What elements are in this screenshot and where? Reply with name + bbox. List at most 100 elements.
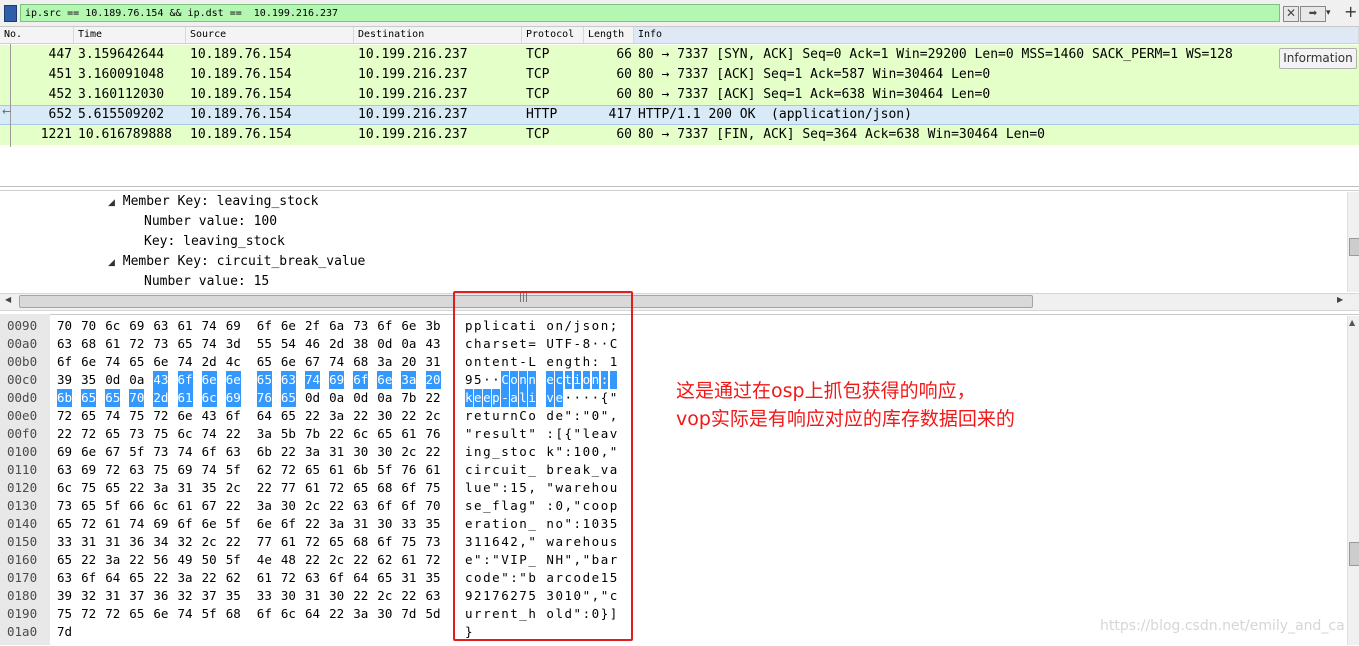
hex-byte[interactable]: 56 bbox=[153, 551, 168, 569]
hex-byte[interactable]: 6f bbox=[178, 515, 193, 533]
hex-byte[interactable]: 65 bbox=[129, 605, 144, 623]
hex-byte[interactable]: 72 bbox=[105, 461, 120, 479]
hex-byte[interactable]: 22 bbox=[401, 587, 416, 605]
hex-byte[interactable]: 6f bbox=[81, 569, 96, 587]
hex-byte[interactable]: 73 bbox=[57, 497, 72, 515]
hex-byte[interactable]: 37 bbox=[202, 587, 217, 605]
hex-byte[interactable]: 0d bbox=[305, 389, 320, 407]
hex-byte[interactable]: 2c bbox=[202, 533, 217, 551]
hex-byte[interactable]: 7d bbox=[401, 605, 416, 623]
hex-byte[interactable]: 3a bbox=[153, 479, 168, 497]
hex-byte[interactable]: 72 bbox=[153, 407, 168, 425]
hex-byte[interactable]: 72 bbox=[81, 425, 96, 443]
hex-byte[interactable]: 72 bbox=[81, 605, 96, 623]
hex-byte[interactable]: 70 bbox=[57, 317, 72, 335]
bookmark-icon[interactable] bbox=[4, 5, 17, 22]
hex-byte[interactable]: 75 bbox=[81, 479, 96, 497]
hex-byte[interactable]: 69 bbox=[129, 317, 144, 335]
hex-byte[interactable]: 76 bbox=[426, 425, 441, 443]
hex-byte[interactable]: 72 bbox=[305, 533, 320, 551]
hex-byte[interactable]: 62 bbox=[226, 569, 241, 587]
scrollbar-thumb[interactable] bbox=[1349, 542, 1359, 566]
hex-byte[interactable]: 5b bbox=[281, 425, 296, 443]
hex-byte[interactable]: 3a bbox=[257, 425, 272, 443]
hex-byte[interactable]: 22 bbox=[353, 407, 368, 425]
hex-byte[interactable]: 6c bbox=[201, 389, 217, 407]
hex-byte[interactable]: 39 bbox=[57, 371, 72, 389]
hex-byte[interactable]: 5f bbox=[226, 551, 241, 569]
hex-byte[interactable]: 64 bbox=[353, 569, 368, 587]
hex-byte[interactable]: 6c bbox=[178, 425, 193, 443]
expanded-triangle-icon[interactable]: ◢ bbox=[108, 258, 115, 268]
apply-filter-icon[interactable]: ➡ bbox=[1300, 6, 1326, 22]
hex-byte[interactable]: 36 bbox=[129, 533, 144, 551]
hex-byte[interactable]: 61 bbox=[105, 335, 120, 353]
hex-byte[interactable]: 3b bbox=[426, 317, 441, 335]
column-header-source[interactable]: Source bbox=[186, 27, 354, 43]
hex-byte[interactable]: 65 bbox=[105, 479, 120, 497]
hex-byte[interactable]: 35 bbox=[81, 371, 96, 389]
hex-byte[interactable]: 6e bbox=[178, 407, 193, 425]
hex-byte[interactable]: 6a bbox=[329, 317, 344, 335]
hex-byte[interactable]: 2c bbox=[426, 407, 441, 425]
hex-byte[interactable]: 31 bbox=[353, 515, 368, 533]
hex-byte[interactable]: 65 bbox=[377, 425, 392, 443]
hex-byte[interactable]: 22 bbox=[426, 389, 441, 407]
hex-byte[interactable]: 31 bbox=[105, 533, 120, 551]
hex-byte[interactable]: 61 bbox=[257, 569, 272, 587]
hex-byte[interactable]: 2c bbox=[329, 551, 344, 569]
column-header-info[interactable]: Info bbox=[634, 27, 1359, 43]
hex-byte[interactable]: 6c bbox=[57, 479, 72, 497]
expert-information-button[interactable]: Information bbox=[1279, 48, 1357, 69]
hex-byte[interactable]: 3a bbox=[353, 605, 368, 623]
hex-byte[interactable]: 74 bbox=[202, 335, 217, 353]
hex-byte[interactable]: 22 bbox=[281, 443, 296, 461]
hex-byte[interactable]: 49 bbox=[178, 551, 193, 569]
hex-byte[interactable]: 73 bbox=[426, 533, 441, 551]
hex-byte[interactable]: 65 bbox=[257, 353, 272, 371]
add-filter-button-icon[interactable]: + bbox=[1344, 3, 1357, 21]
hex-byte[interactable]: 65 bbox=[105, 389, 121, 407]
hex-byte[interactable]: 2c bbox=[401, 443, 416, 461]
hex-byte[interactable]: 31 bbox=[305, 587, 320, 605]
hex-byte[interactable]: 0a bbox=[129, 371, 144, 389]
hex-byte[interactable]: 54 bbox=[281, 335, 296, 353]
hex-byte[interactable]: 3a bbox=[329, 407, 344, 425]
hex-byte[interactable]: 32 bbox=[178, 587, 193, 605]
hex-byte[interactable]: 2d bbox=[329, 335, 344, 353]
hex-byte[interactable]: 65 bbox=[81, 497, 96, 515]
hex-byte[interactable]: 63 bbox=[129, 461, 144, 479]
hex-byte[interactable]: 6c bbox=[281, 605, 296, 623]
hex-byte[interactable]: 2c bbox=[226, 479, 241, 497]
hex-byte[interactable]: 74 bbox=[105, 353, 120, 371]
hex-byte[interactable]: 68 bbox=[353, 353, 368, 371]
hex-byte[interactable]: 6f bbox=[226, 407, 241, 425]
hex-byte[interactable]: 6f bbox=[57, 353, 72, 371]
hex-byte[interactable]: 65 bbox=[305, 461, 320, 479]
hex-byte[interactable]: 3a bbox=[105, 551, 120, 569]
hex-byte[interactable]: 63 bbox=[426, 587, 441, 605]
hex-byte[interactable]: 6f bbox=[377, 533, 392, 551]
clear-filter-icon[interactable]: ✕ bbox=[1283, 6, 1299, 22]
hex-byte[interactable]: 73 bbox=[153, 443, 168, 461]
hex-byte[interactable]: 6f bbox=[257, 605, 272, 623]
hex-byte[interactable]: 68 bbox=[81, 335, 96, 353]
hex-byte[interactable]: 65 bbox=[105, 425, 120, 443]
hex-byte[interactable]: 63 bbox=[57, 335, 72, 353]
hex-byte[interactable]: 0a bbox=[377, 389, 392, 407]
hex-byte[interactable]: 3d bbox=[226, 335, 241, 353]
hex-byte[interactable]: 65 bbox=[178, 335, 193, 353]
hex-byte[interactable]: 3a bbox=[329, 515, 344, 533]
hex-byte[interactable]: 6e bbox=[401, 317, 416, 335]
hex-byte[interactable]: 61 bbox=[281, 533, 296, 551]
hex-byte[interactable]: 6e bbox=[81, 353, 96, 371]
tree-item-member-key[interactable]: ◢ Member Key: leaving_stock bbox=[108, 192, 318, 213]
hex-byte[interactable]: 30 bbox=[329, 587, 344, 605]
hex-byte[interactable]: 63 bbox=[305, 569, 320, 587]
hex-byte[interactable]: 43 bbox=[426, 335, 441, 353]
hex-byte[interactable]: 68 bbox=[226, 605, 241, 623]
hex-byte[interactable]: 6e bbox=[257, 515, 272, 533]
hex-byte[interactable]: 65 bbox=[81, 407, 96, 425]
hex-byte[interactable]: 6e bbox=[153, 605, 168, 623]
hex-byte[interactable]: 72 bbox=[329, 479, 344, 497]
